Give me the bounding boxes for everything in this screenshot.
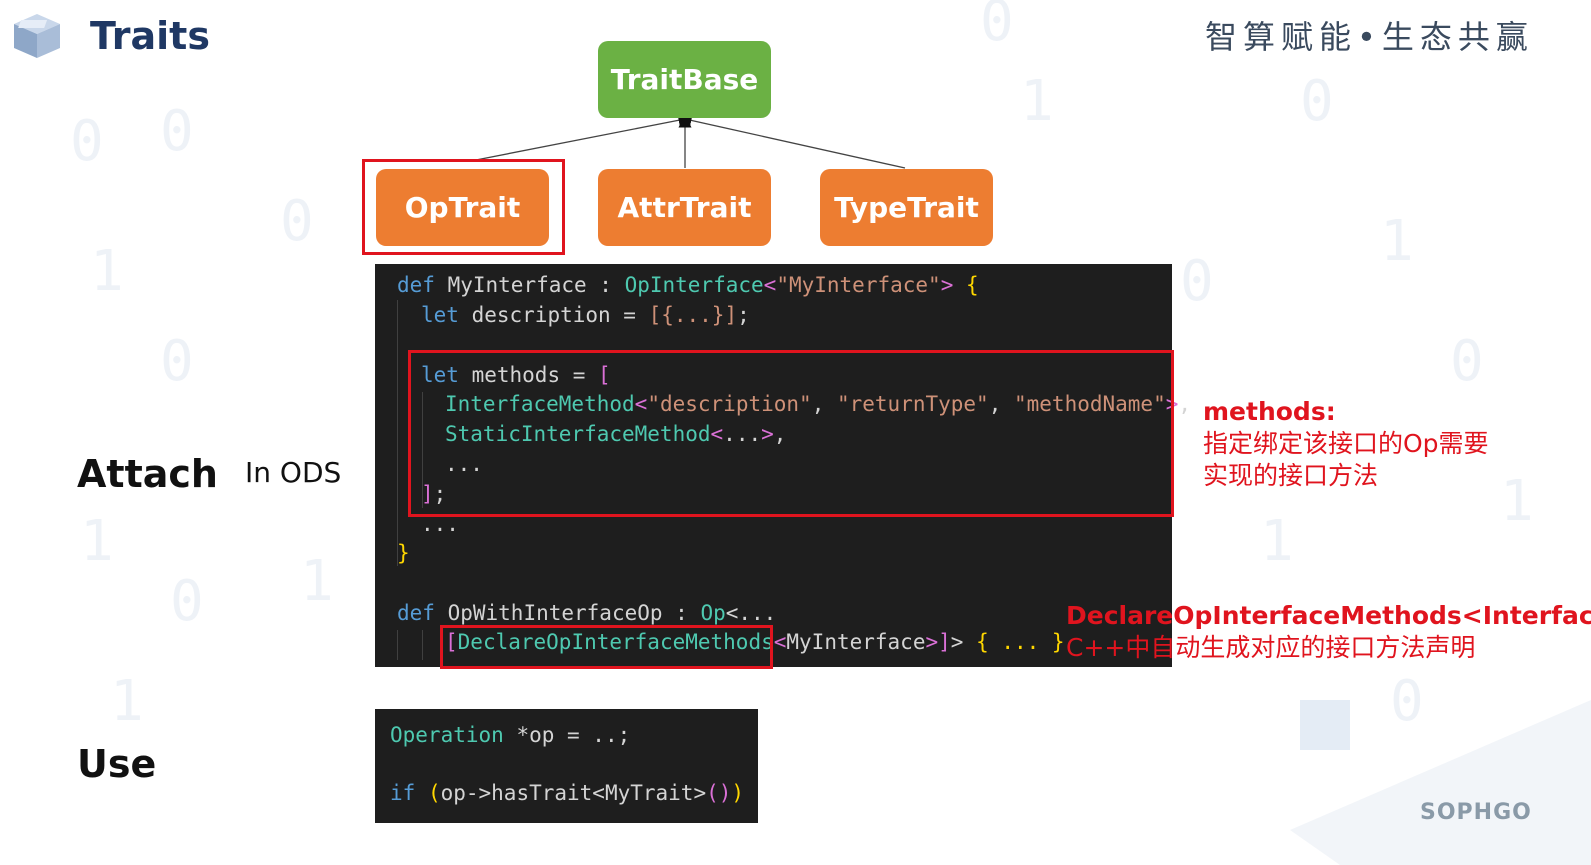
code-line: Operation *op = ..;	[390, 723, 631, 747]
code-line: let description = [{...}];	[421, 303, 750, 327]
declare-note-line: C++中自动生成对应的接口方法声明	[1066, 633, 1476, 662]
svg-text:0: 0	[160, 99, 194, 164]
methods-note: methods: 指定绑定该接口的Op需要 实现的接口方法	[1203, 396, 1489, 492]
code-line: def MyInterface : OpInterface<"MyInterfa…	[397, 273, 979, 297]
svg-text:0: 0	[1450, 329, 1484, 394]
methods-note-line: 指定绑定该接口的Op需要	[1203, 429, 1489, 458]
svg-text:0: 0	[170, 569, 204, 634]
use-code-block: Operation *op = ..; if (op->hasTrait<MyT…	[375, 709, 758, 823]
svg-text:1: 1	[300, 549, 334, 614]
methods-note-line: 实现的接口方法	[1203, 461, 1379, 490]
page-title: Traits	[90, 14, 210, 58]
attach-label: Attach	[77, 452, 218, 496]
node-typetrait: TypeTrait	[820, 169, 993, 246]
svg-text:0: 0	[1390, 669, 1424, 734]
declare-highlight-box	[440, 625, 773, 669]
declare-note: DeclareOpInterfaceMethods<Interface>: C+…	[1066, 600, 1591, 664]
svg-text:0: 0	[280, 189, 314, 254]
svg-text:1: 1	[90, 239, 124, 304]
optrait-highlight-box	[362, 159, 565, 255]
indent-guide	[397, 630, 398, 660]
code-line: }	[397, 541, 410, 565]
svg-text:0: 0	[980, 0, 1014, 54]
indent-guide	[422, 630, 423, 660]
slogan: 智算赋能•生态共赢	[1205, 18, 1534, 56]
svg-text:1: 1	[110, 669, 144, 734]
svg-text:0: 0	[70, 109, 104, 174]
in-ods-label: In ODS	[245, 456, 342, 489]
methods-highlight-box	[408, 350, 1174, 517]
svg-text:1: 1	[1500, 469, 1534, 534]
svg-text:0: 0	[1180, 249, 1214, 314]
use-label: Use	[77, 742, 157, 786]
declare-note-title: DeclareOpInterfaceMethods<Interface>:	[1066, 601, 1591, 630]
svg-text:1: 1	[1260, 509, 1294, 574]
svg-text:1: 1	[1020, 69, 1054, 134]
svg-text:1: 1	[80, 509, 114, 574]
code-line: def OpWithInterfaceOp : Op<...	[397, 601, 777, 625]
logo-icon	[14, 14, 60, 58]
code-line: if (op->hasTrait<MyTrait>())	[390, 781, 745, 805]
sophgo-logo: SOPHGO	[1420, 800, 1532, 825]
node-traitbase: TraitBase	[598, 41, 771, 118]
indent-guide	[397, 300, 398, 566]
svg-text:1: 1	[1380, 209, 1414, 274]
svg-text:0: 0	[160, 329, 194, 394]
methods-note-title: methods:	[1203, 397, 1336, 426]
svg-text:0: 0	[1300, 69, 1334, 134]
node-attrtrait: AttrTrait	[598, 169, 771, 246]
